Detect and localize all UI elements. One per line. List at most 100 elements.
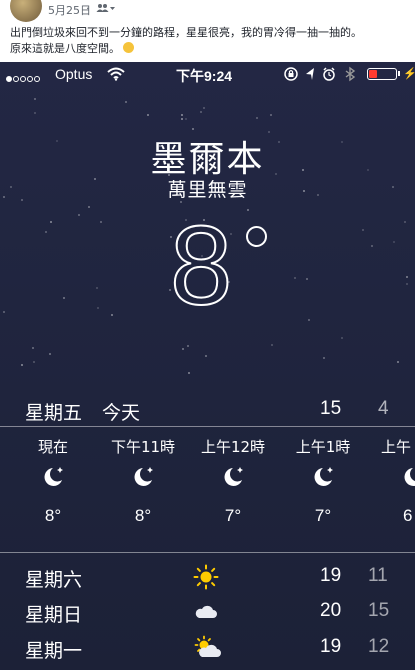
today-high: 15	[320, 398, 342, 419]
star	[247, 209, 249, 211]
daily-day: 星期一	[25, 640, 83, 662]
moon-stars-icon	[404, 468, 415, 486]
star	[406, 283, 408, 285]
moon-stars-icon	[314, 467, 333, 486]
daily-low: 12	[368, 636, 390, 657]
star	[362, 229, 364, 231]
sun-icon	[193, 564, 219, 590]
daily-day: 星期日	[25, 604, 83, 626]
star	[111, 314, 113, 316]
star	[393, 241, 395, 243]
daily-high: 20	[320, 600, 342, 621]
divider-bottom	[0, 552, 415, 553]
star	[88, 206, 90, 208]
star	[404, 221, 406, 223]
star	[323, 357, 325, 359]
star	[371, 245, 373, 247]
moon-stars-icon	[44, 467, 63, 486]
today-label: 今天	[102, 402, 141, 424]
moon-stars-icon	[224, 467, 243, 486]
hourly-temp: 8°	[44, 506, 62, 525]
star	[271, 344, 273, 346]
weather-condition: 萬里無雲	[167, 179, 248, 201]
star	[205, 355, 207, 357]
status-icons	[284, 66, 356, 82]
hourly-item: 上午1時 7°	[283, 436, 363, 526]
bluetooth-icon	[345, 66, 356, 82]
partly-cloudy-icon	[194, 635, 221, 657]
hourly-temp: 7°	[224, 506, 242, 525]
battery-tip	[398, 71, 400, 76]
emoji-icon	[123, 42, 134, 53]
hourly-item: 下午11時 8°	[103, 436, 183, 526]
moon-stars-icon	[134, 467, 153, 486]
star	[182, 348, 184, 350]
hourly-temp: 6	[403, 506, 413, 525]
star	[308, 319, 310, 321]
daily-low: 11	[368, 565, 388, 586]
star	[33, 361, 35, 363]
daily-row: 星期六 19 11	[0, 564, 415, 595]
daily-day: 星期六	[25, 569, 83, 591]
avatar[interactable]	[10, 0, 42, 22]
star	[97, 307, 99, 309]
location-icon	[306, 68, 314, 80]
hourly-time: 下午11時	[110, 438, 176, 456]
status-time: 下午9:24	[176, 68, 233, 84]
star	[21, 364, 23, 366]
hourly-item: 上午12時 7°	[193, 436, 273, 526]
star	[63, 297, 65, 299]
status-bar: Optus 下午9:24 ⚡	[0, 62, 415, 86]
star	[203, 107, 205, 109]
star	[181, 118, 183, 120]
today-day: 星期五	[25, 402, 83, 424]
hourly-temp: 8°	[134, 506, 152, 525]
friends-privacy-icon[interactable]	[96, 3, 116, 13]
signal-strength-icon	[6, 69, 41, 85]
hourly-time: 上午1時	[295, 438, 351, 456]
post-text-line2: 原來這就是八度空間。	[10, 40, 134, 56]
hourly-time: 上午12時	[200, 438, 266, 456]
star	[50, 221, 52, 223]
hourly-time: 現在	[37, 438, 68, 456]
post-text-line2-text: 原來這就是八度空間。	[10, 42, 120, 55]
star	[125, 101, 127, 103]
post-text-line1: 出門倒垃圾來回不到一分鐘的路程，星星很亮，我的胃冷得一抽一抽的。	[10, 26, 362, 39]
star	[200, 111, 202, 113]
wifi-icon	[107, 67, 125, 81]
star	[188, 372, 190, 374]
star	[78, 214, 80, 216]
current-temperature: 8	[169, 209, 233, 323]
star	[49, 353, 51, 355]
daily-high: 19	[320, 636, 342, 657]
carrier-name: Optus	[55, 66, 93, 82]
battery-level	[369, 70, 377, 78]
current-temperature-value: 8	[169, 203, 233, 328]
star	[397, 361, 399, 363]
star	[181, 114, 183, 116]
weather-screenshot: Optus 下午9:24 ⚡ 墨爾本 萬里無雲 8 星期五 今天 15 4 現在	[0, 62, 415, 670]
star	[32, 347, 34, 349]
star	[96, 287, 98, 289]
hourly-time: 上午	[381, 438, 412, 456]
star	[147, 114, 149, 116]
star	[294, 277, 296, 279]
orientation-lock-icon	[284, 67, 298, 81]
star	[100, 221, 102, 223]
star	[185, 118, 187, 120]
star	[34, 98, 36, 100]
star	[256, 117, 258, 119]
post-date[interactable]: 5月25日	[48, 2, 91, 18]
star	[306, 278, 308, 280]
star	[3, 311, 5, 313]
star	[270, 114, 272, 116]
hourly-item: 上午 6	[373, 436, 415, 526]
charging-icon: ⚡	[403, 68, 415, 80]
daily-high: 19	[320, 565, 342, 586]
star	[341, 337, 343, 339]
battery-icon	[367, 68, 397, 80]
cloud-icon	[195, 605, 217, 618]
star	[187, 345, 189, 347]
star	[34, 112, 36, 114]
divider-top	[0, 426, 415, 427]
